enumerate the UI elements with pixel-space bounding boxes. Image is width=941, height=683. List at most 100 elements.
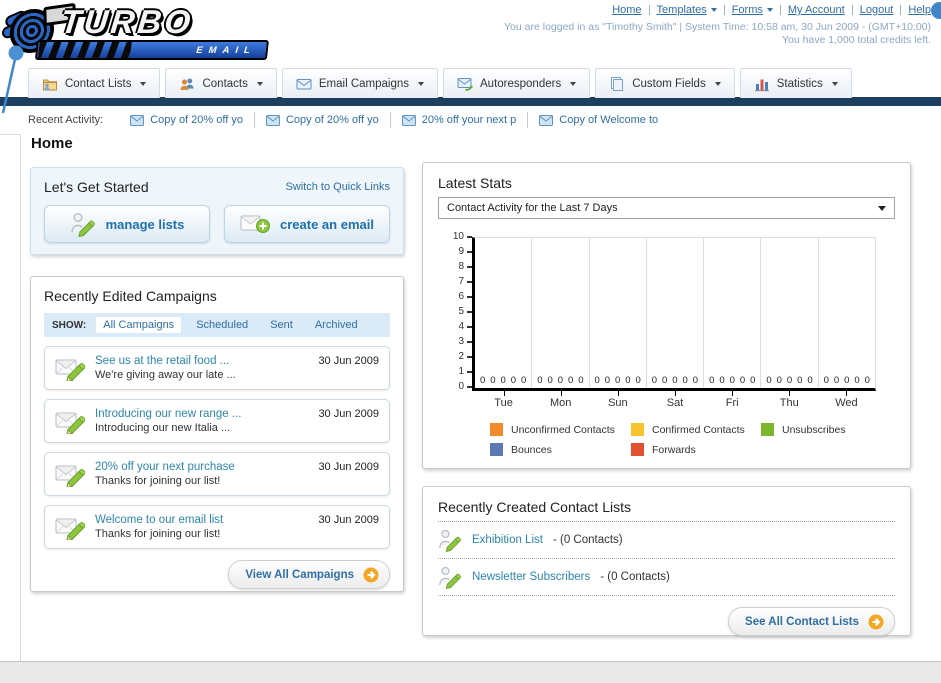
campaign-filter-link[interactable]: Sent xyxy=(263,317,300,333)
chart-group-sun: 00000 xyxy=(588,238,646,388)
contact-activity-chart: 0 1 2 3 4 5 6 7 8 9 10 000000000000000000000000000… xyxy=(438,232,895,392)
campaign-filter-link[interactable]: Scheduled xyxy=(189,317,255,333)
create-email-button[interactable]: create an email xyxy=(224,205,390,243)
bar-value-label: 0 xyxy=(547,374,553,386)
contact-list-link[interactable]: Newsletter Subscribers xyxy=(472,571,590,583)
y-tick-label: 2 xyxy=(458,352,472,362)
logo-bar: EMAIL xyxy=(34,40,269,60)
recent-activity-link[interactable]: 20% off your next p xyxy=(422,114,517,126)
campaign-subtitle: Introducing our new Italia ... xyxy=(95,422,231,434)
contact-list-link[interactable]: Exhibition List xyxy=(472,534,543,546)
header-link[interactable]: My Account xyxy=(788,4,845,16)
legend-swatch xyxy=(631,423,644,436)
chart-x-ticks xyxy=(475,391,875,397)
chevron-down-icon xyxy=(766,8,773,12)
envelope-arrow-icon xyxy=(457,76,473,92)
person-pencil-icon xyxy=(438,528,462,552)
recent-activity-item: Copy of 20% off yo xyxy=(119,112,254,128)
bar-value-label: 0 xyxy=(578,374,584,386)
top-links: Home Templates Forms My Account Logout H… xyxy=(612,4,931,16)
nav-tab-label: Contact Lists xyxy=(65,77,132,90)
nav-tab-custom-fields[interactable]: Custom Fields xyxy=(595,68,735,98)
recent-activity-link[interactable]: Copy of Welcome to xyxy=(559,114,658,126)
bar-value-label: 0 xyxy=(692,374,699,386)
x-axis-label: Fri xyxy=(725,397,739,409)
manage-lists-button[interactable]: manage lists xyxy=(44,205,210,243)
chart-x-labels: Tue Mon Sun Sat Fri Thu Wed xyxy=(475,397,875,409)
legend-item: Confirmed Contacts xyxy=(631,423,761,436)
view-all-campaigns-button[interactable]: View All Campaigns xyxy=(228,560,390,589)
campaign-title-link[interactable]: Welcome to our email list xyxy=(95,514,318,526)
bar-value-label: 0 xyxy=(479,374,486,386)
bar-value-label: 0 xyxy=(844,374,850,386)
header-link[interactable]: Help xyxy=(908,4,931,16)
navy-divider-bar xyxy=(0,97,941,106)
bar-value-label: 0 xyxy=(500,374,506,386)
nav-tabs: Contact Lists Contacts Email Campaigns A… xyxy=(28,68,852,98)
header-link[interactable]: Templates xyxy=(657,4,717,16)
bar-value-label: 0 xyxy=(786,374,793,386)
bar-value-label: 0 xyxy=(750,374,756,386)
bar-value-label: 0 xyxy=(854,374,860,386)
logo-text-email: EMAIL xyxy=(195,44,257,56)
bar-value-label: 0 xyxy=(490,374,496,386)
person-pencil-icon xyxy=(70,211,96,237)
y-tick-label: 3 xyxy=(458,337,472,347)
header-link[interactable]: Home xyxy=(612,4,641,16)
stats-period-dropdown[interactable]: Contact Activity for the Last 7 Days xyxy=(438,197,895,219)
recent-activity-link[interactable]: Copy of 20% off yo xyxy=(286,114,379,126)
header-link[interactable]: Logout xyxy=(860,4,894,16)
balloon-icon xyxy=(931,2,941,19)
bar-value-label: 0 xyxy=(709,374,715,386)
legend-item: Unconfirmed Contacts xyxy=(490,423,631,436)
logo-text-turbo: TURBO xyxy=(58,3,196,40)
y-tick-label: 6 xyxy=(458,292,472,302)
see-all-contact-lists-label: See All Contact Lists xyxy=(745,615,859,628)
nav-tab-label: Statistics xyxy=(776,77,823,90)
legend-label: Confirmed Contacts xyxy=(652,423,745,436)
contact-list-items: Exhibition List - (0 Contacts) Newslette… xyxy=(438,522,895,596)
campaign-filter-link[interactable]: All Campaigns xyxy=(96,317,182,333)
bar-value-label: 0 xyxy=(651,374,658,386)
nav-tab-statistics[interactable]: Statistics xyxy=(739,68,852,98)
see-all-contact-lists-button[interactable]: See All Contact Lists xyxy=(728,607,895,636)
envelope-icon xyxy=(266,115,280,126)
y-tick-label: 7 xyxy=(458,277,472,287)
campaign-subtitle: Thanks for joining our list! xyxy=(95,528,221,540)
bar-value-label: 0 xyxy=(672,374,678,386)
chart-group-sat: 00000 xyxy=(645,238,703,388)
bar-value-label: 0 xyxy=(729,374,735,386)
bar-value-label: 0 xyxy=(797,374,803,386)
campaign-title-link[interactable]: See us at the retail food ... xyxy=(95,355,318,367)
campaign-filter-link[interactable]: Archived xyxy=(308,317,365,333)
campaign-filters: All Campaigns Scheduled Sent Archived xyxy=(96,317,364,333)
nav-tab-contacts[interactable]: Contacts xyxy=(165,68,277,98)
nav-tab-label: Contacts xyxy=(202,77,248,90)
get-started-title: Let's Get Started xyxy=(44,179,149,195)
header-link[interactable]: Forms xyxy=(732,4,773,16)
latest-stats-title: Latest Stats xyxy=(438,175,512,191)
nav-tab-contact-lists[interactable]: Contact Lists xyxy=(28,68,161,98)
campaign-title-link[interactable]: Introducing our new range ... xyxy=(95,408,318,420)
bar-value-label: 0 xyxy=(823,374,829,386)
bar-value-label: 0 xyxy=(615,374,621,386)
chevron-down-icon xyxy=(714,81,721,86)
recent-activity-link[interactable]: Copy of 20% off yo xyxy=(150,114,243,126)
nav-tab-email-campaigns[interactable]: Email Campaigns xyxy=(281,68,438,98)
envelope-icon xyxy=(296,76,312,92)
stats-period-value: Contact Activity for the Last 7 Days xyxy=(447,202,618,214)
people-icon xyxy=(179,76,195,92)
nav-tab-autoresponders[interactable]: Autoresponders xyxy=(443,68,591,98)
show-label: SHOW: xyxy=(52,319,87,331)
x-axis-label: Tue xyxy=(494,397,513,409)
legend-item: Forwards xyxy=(631,443,761,456)
campaign-list: See us at the retail food ... We're givi… xyxy=(44,346,390,549)
latest-stats-panel: Latest Stats Contact Activity for the La… xyxy=(422,162,911,469)
contact-lists-panel: Recently Created Contact Lists Exhibitio… xyxy=(422,486,911,636)
campaign-title-link[interactable]: 20% off your next purchase xyxy=(95,461,318,473)
chevron-down-icon xyxy=(831,81,838,86)
switch-quick-links-link[interactable]: Switch to Quick Links xyxy=(285,181,390,193)
page-title: Home xyxy=(31,135,73,152)
legend-label: Unsubscribes xyxy=(782,423,846,436)
contact-list-count: - (0 Contacts) xyxy=(552,534,623,546)
